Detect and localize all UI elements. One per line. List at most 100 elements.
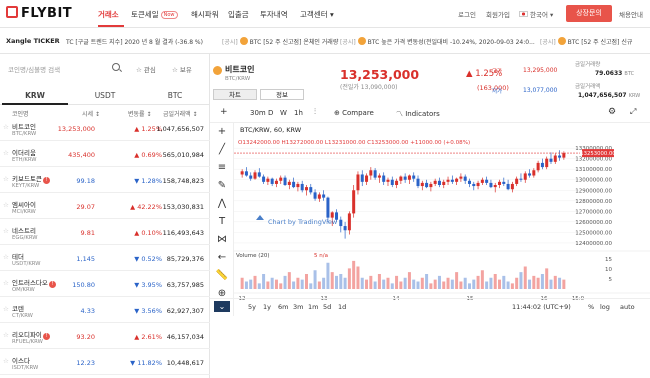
brand-logo[interactable]: FLYBIT [6,6,72,21]
compare-button[interactable]: ⊕ Compare [334,109,374,117]
range-3m[interactable]: 3m [293,303,303,311]
tab-krw[interactable]: KRW [2,91,68,100]
cursor-icon[interactable]: + [215,125,229,139]
coin-price: 99.18 [76,177,95,185]
percent-toggle[interactable]: % [588,303,594,311]
volume-bar [322,277,326,289]
range-6m[interactable]: 6m [278,303,288,311]
market-row[interactable]: ☆ 네스트리 EGG/KRW 9.81 ▲ 0.10% 116,493,643 [0,221,210,245]
fib-icon[interactable]: ≡ [215,161,229,175]
favorite-star-icon[interactable]: ☆ [3,253,9,261]
coin-name-text: 테더 [12,253,24,261]
ruler-icon[interactable]: 📏 [215,269,229,283]
market-row[interactable]: ☆ 이더리움 ETH/KRW 435,400 ▲ 0.69% 565,010,984 [0,143,210,167]
volume-bar [510,283,514,289]
search-icon[interactable] [112,63,120,71]
interval-w[interactable]: W [280,109,287,117]
market-panel: 코인명/심볼명 검색 ☆ 관심 ☆ 보유 KRW USDT BTC 코인명 시세… [0,54,210,378]
range-1m[interactable]: 1m [308,303,318,311]
volume-bar [382,279,386,289]
language-select[interactable]: 한국어 ▾ [519,9,553,19]
signup-link[interactable]: 회원가입 [486,9,510,19]
market-row[interactable]: ☆ 인트러스다오! OM/KRW 150.80 ▼ 3.95% 63,757,985 [0,273,210,297]
market-row[interactable]: ☆ 이스다 ISDT/KRW 12.23 ▼ 11.82% 10,448,617 [0,351,210,375]
favorite-star-icon[interactable]: ☆ [3,123,9,131]
interval-30m[interactable]: 30m [250,109,266,117]
collapse-icon[interactable]: ⌄ [214,301,230,312]
favorite-star-icon[interactable]: ☆ [3,175,9,183]
back-arrow-icon[interactable]: ← [215,251,229,265]
fullscreen-icon[interactable]: ⤢ [630,107,636,117]
nav-investment-history[interactable]: 투자내역 [260,9,288,20]
candle-body [536,162,540,171]
candle-body [240,171,244,175]
volume-bar [365,279,369,289]
tab-chart[interactable]: 차트 [213,89,257,100]
nav-deposit-withdraw[interactable]: 입출금 [228,9,249,20]
tab-usdt[interactable]: USDT [72,91,138,100]
range-1d[interactable]: 1d [338,303,346,311]
trend-line-icon[interactable]: ╱ [215,143,229,157]
candle-style-icon[interactable]: ⫶ [314,107,316,117]
indicators-button[interactable]: 〽 Indicators [396,109,440,119]
settings-icon[interactable]: ⚙ [608,107,616,117]
market-row[interactable]: ☆ 비트코인 BTC/KRW 13,253,000 ▲ 1.25% 1,047,656,5… [0,117,210,141]
favorite-star-icon[interactable]: ☆ [3,149,9,157]
coin-price: 13,253,000 [57,125,95,133]
coin-price: 12.23 [76,359,95,367]
range-5y[interactable]: 5y [248,303,256,311]
market-row[interactable]: ☆ 엠씨아이 MCI/KRW 29.07 ▲ 42.22% 153,030,831 [0,195,210,219]
ticker-item[interactable]: TC [구글 트렌드 지수] 2020 년 8 월 결과 (-36.8 %) [66,37,203,46]
interval-1h[interactable]: 1h [294,109,303,117]
crosshair-icon[interactable]: + [220,107,228,117]
pattern-icon[interactable]: ⋀ [215,197,229,211]
range-5d[interactable]: 5d [323,303,331,311]
tab-info[interactable]: 정보 [260,89,304,100]
favorite-star-icon[interactable]: ☆ [3,279,9,287]
volume-bar [562,279,566,289]
text-icon[interactable]: T [215,215,229,229]
ticker-item[interactable]: [공시] BTC [52 주 신고점] 온체인 거래량 [222,37,338,46]
favorites-label: 관심 [143,66,156,74]
coin-volume: 1,047,656,507 [156,125,204,133]
brush-icon[interactable]: ✎ [215,179,229,193]
auto-toggle[interactable]: auto [620,303,635,311]
listing-inquiry-button[interactable]: 상장문의 [566,5,612,22]
recruit-link[interactable]: 채용안내 [619,9,643,19]
y-tick-label: 12400000.00 [575,241,612,247]
nav-hashpower[interactable]: 해시파워 [191,9,219,20]
tab-active-indicator [2,103,68,105]
volume-bar [493,274,497,289]
volume-bar [532,275,536,289]
favorite-star-icon[interactable]: ☆ [3,331,9,339]
market-row[interactable]: ☆ 키보드토큰! KEYT/KRW 99.18 ▼ 1.28% 158,748,823 [0,169,210,193]
favorites-filter[interactable]: ☆ 관심 [136,64,156,74]
range-1y[interactable]: 1y [263,303,271,311]
favorite-star-icon[interactable]: ☆ [3,227,9,235]
coin-search-input[interactable]: 코인명/심볼명 검색 [4,59,126,77]
favorite-star-icon[interactable]: ☆ [3,305,9,313]
ticker-item[interactable]: [공시] BTC [52 주 신고점] 신규 [540,37,632,46]
market-row[interactable]: ☆ 코텐 CT/KRW 4.33 ▼ 3.56% 62,927,307 [0,299,210,323]
favorite-star-icon[interactable]: ☆ [3,357,9,365]
market-row[interactable]: ☆ 리오디파이! RFUEL/KRW 93.20 ▲ 2.61% 46,157,034 [0,325,210,349]
log-toggle[interactable]: log [600,303,610,311]
nav-customer-center[interactable]: 고객센터 ▾ [300,9,334,20]
candle-body [257,172,261,177]
ticker-title: Xangle TICKER [6,37,60,45]
nav-exchange[interactable]: 거래소 [98,9,119,20]
candlestick-chart[interactable]: 13300000.0013200000.0013100000.001300000… [234,123,650,316]
favorite-star-icon[interactable]: ☆ [3,201,9,209]
nav-token-sale[interactable]: 토큰세일 Now [131,9,178,20]
tab-btc[interactable]: BTC [142,91,208,100]
forecast-icon[interactable]: ⋈ [215,233,229,247]
ticker-item[interactable]: [공시] BTC 높은 가격 변동성(전일대비 -10.24%, 2020-09… [340,37,535,46]
market-row[interactable]: ☆ 테더 USDT/KRW 1,145 ▼ 0.52% 85,729,376 [0,247,210,271]
volume-bar [528,279,532,289]
login-link[interactable]: 로그인 [458,9,476,19]
candle-body [472,183,476,187]
logo-mark-icon [6,6,18,18]
candle-body [330,212,334,218]
holdings-filter[interactable]: ☆ 보유 [172,64,192,74]
interval-d[interactable]: D [268,109,273,117]
